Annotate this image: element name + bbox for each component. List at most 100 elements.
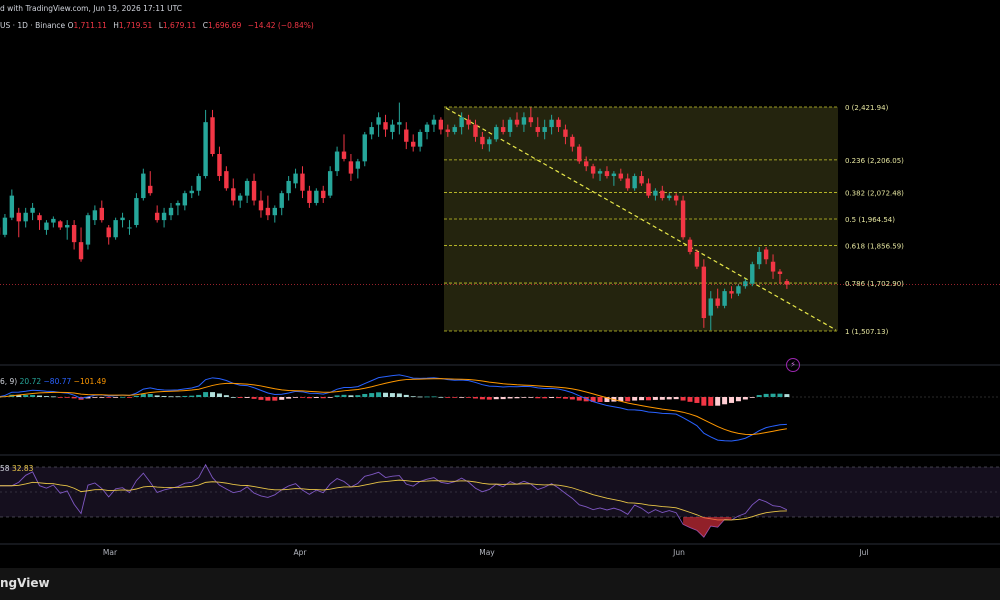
candle-body (127, 227, 132, 229)
candle-body (480, 136, 485, 145)
candle-body (611, 173, 617, 177)
macd-histogram-bar (92, 397, 98, 398)
tradingview-logo-text: ngView (0, 576, 50, 590)
macd-histogram-bar (362, 393, 368, 397)
macd-histogram-bar (680, 397, 686, 401)
fib-level-label: 0.786 (1,702.90) (845, 280, 904, 288)
candle-body (141, 173, 146, 199)
candle-body (120, 217, 125, 221)
fib-level-label: 1 (1,507.13) (845, 328, 889, 336)
macd-histogram-bar (742, 397, 748, 400)
rsi-pane (0, 463, 1000, 538)
macd-histogram-bar (528, 397, 534, 398)
macd-histogram-bar (196, 394, 202, 397)
candle-body (570, 136, 575, 147)
macd-histogram-bar (223, 395, 229, 397)
macd-histogram-bar (493, 397, 499, 400)
candle-body (279, 193, 284, 208)
macd-histogram-bar (306, 397, 312, 399)
macd-histogram-bar (569, 397, 575, 400)
macd-histogram-bar (576, 397, 582, 401)
candle-body (196, 176, 201, 191)
macd-histogram-bar (410, 396, 416, 398)
macd-histogram-value: 20.72 (19, 377, 42, 386)
candle-body (777, 271, 783, 274)
macd-histogram-bar (562, 397, 568, 399)
macd-legend[interactable]: 6, 9) 20.72 −80.77 −101.49 (0, 377, 106, 386)
candle-body (334, 151, 340, 172)
candle-body (341, 151, 347, 159)
macd-histogram-bar (133, 395, 139, 397)
price-chart[interactable]: 0 (2,421.94) 0.236 (2,206.05) 0.382 (2,072… (0, 0, 1000, 600)
symbol-info[interactable]: US · 1D · Binance (0, 21, 65, 30)
open-value: 1,711.11 (73, 21, 107, 30)
macd-histogram-bar (140, 394, 146, 397)
candle-body (653, 190, 658, 196)
fib-level-label: 0.382 (2,072.48) (845, 190, 904, 198)
macd-histogram-bar (210, 392, 216, 397)
macd-histogram-bar (334, 395, 340, 397)
macd-histogram-bar (666, 397, 672, 400)
candle-body (99, 207, 104, 221)
candle-body (37, 215, 42, 221)
macd-histogram-bar (216, 393, 222, 397)
candle-body (667, 195, 672, 199)
candle-body (701, 266, 707, 319)
rsi-params: 58 (0, 464, 10, 473)
macd-histogram-bar (126, 397, 132, 398)
macd-histogram-bar (542, 397, 548, 399)
macd-histogram-bar (770, 393, 776, 397)
macd-histogram-bar (182, 395, 188, 397)
macd-histogram-bar (452, 397, 458, 398)
candle-body (238, 195, 243, 201)
candle-body (78, 242, 84, 260)
macd-histogram-bar (230, 396, 236, 398)
candle-body (148, 185, 153, 194)
macd-signal-value: −101.49 (73, 377, 107, 386)
low-value: 1,679.11 (162, 21, 197, 30)
candle-body (770, 261, 776, 272)
macd-histogram-bar (521, 397, 527, 398)
flash-icon[interactable]: ⚡ (786, 358, 800, 372)
x-axis-tick-label: Mar (103, 548, 118, 557)
macd-params: 6, 9) (0, 377, 18, 386)
candle-body (71, 225, 77, 243)
candle-body (231, 188, 236, 201)
published-caption: d with TradingView.com, Jun 19, 2026 17:… (0, 4, 182, 13)
macd-histogram-bar (722, 397, 728, 405)
candle-body (750, 264, 755, 284)
candle-body (376, 117, 381, 125)
candle-body (584, 161, 589, 167)
macd-line-value: −80.77 (43, 377, 72, 386)
candle-body (2, 217, 8, 235)
macd-histogram-bar (472, 397, 478, 399)
fibonacci-retracement[interactable]: 0 (2,421.94) 0.236 (2,206.05) 0.382 (2,072… (444, 104, 904, 336)
candle-body (563, 129, 568, 137)
candle-body (466, 119, 471, 125)
macd-histogram-bar (784, 394, 790, 397)
rsi-legend[interactable]: 58 32.83 (0, 464, 33, 473)
candle-body (369, 127, 374, 135)
macd-histogram-bar (735, 397, 741, 402)
candle-body (445, 129, 450, 132)
macd-histogram-bar (687, 397, 693, 402)
candle-body (251, 180, 257, 201)
candle-body (618, 173, 623, 179)
candle-body (321, 190, 326, 199)
candle-body (224, 171, 229, 189)
candle-body (673, 195, 679, 201)
macd-histogram-bar (154, 395, 160, 397)
candle-body (521, 117, 527, 125)
macd-histogram-bar (486, 397, 492, 400)
x-axis-tick-label: Jun (672, 548, 685, 557)
macd-histogram-bar (237, 397, 243, 398)
candle-body (632, 176, 637, 189)
macd-histogram-bar (313, 397, 319, 399)
candle-body (757, 251, 762, 265)
macd-histogram-bar (708, 397, 714, 406)
macd-histogram-bar (320, 397, 326, 399)
x-axis-tick-label: May (479, 548, 495, 557)
candle-body (549, 119, 554, 128)
macd-histogram-bar (694, 397, 700, 403)
symbol-legend[interactable]: US · 1D · Binance O1,711.11 H1,719.51 L1… (0, 21, 318, 30)
